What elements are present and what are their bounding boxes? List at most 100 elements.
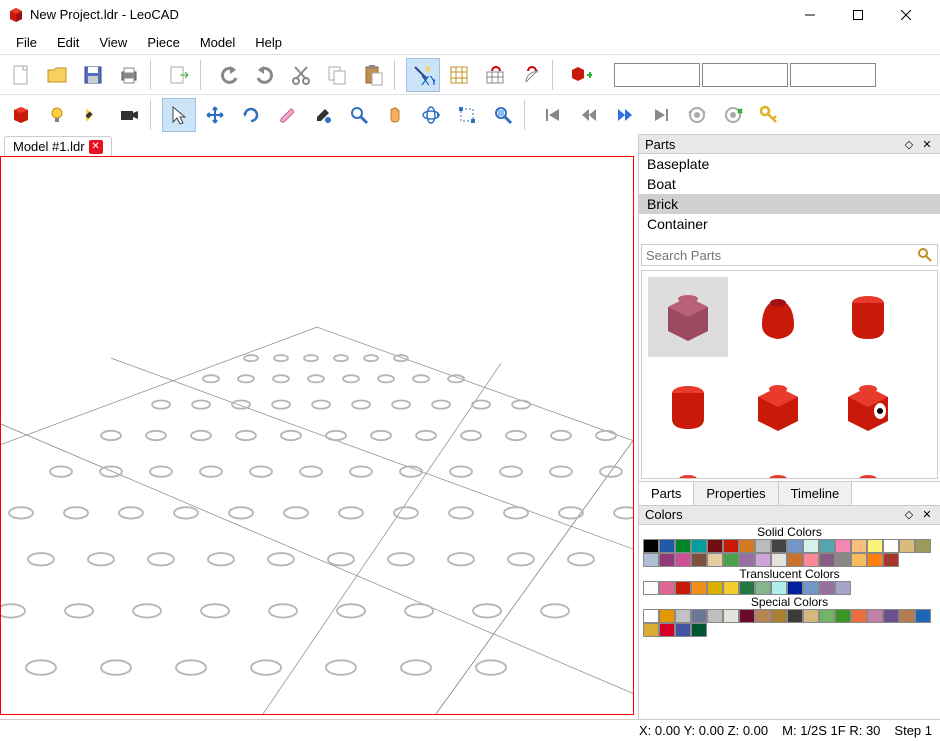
color-swatch[interactable] xyxy=(755,609,771,623)
part-thumbnail[interactable] xyxy=(738,367,818,447)
color-swatch[interactable] xyxy=(915,539,931,553)
color-swatch[interactable] xyxy=(755,553,771,567)
first-step-button[interactable] xyxy=(536,98,570,132)
snap-grid-button[interactable] xyxy=(478,58,512,92)
color-swatch[interactable] xyxy=(867,553,883,567)
combo-2[interactable] xyxy=(702,63,788,87)
color-swatch[interactable] xyxy=(883,553,899,567)
color-swatch[interactable] xyxy=(707,553,723,567)
save-button[interactable] xyxy=(76,58,110,92)
menu-file[interactable]: File xyxy=(8,33,45,52)
color-swatch[interactable] xyxy=(803,539,819,553)
color-swatch[interactable] xyxy=(819,609,835,623)
insert-step-button[interactable] xyxy=(680,98,714,132)
move-tool[interactable] xyxy=(198,98,232,132)
orbit-tool[interactable] xyxy=(414,98,448,132)
color-swatch[interactable] xyxy=(643,609,659,623)
delete-tool[interactable] xyxy=(270,98,304,132)
menu-model[interactable]: Model xyxy=(192,33,243,52)
color-swatch[interactable] xyxy=(771,609,787,623)
viewport-3d[interactable] xyxy=(0,156,634,715)
color-swatch[interactable] xyxy=(787,609,803,623)
color-swatch[interactable] xyxy=(739,581,755,595)
panel-close-icon[interactable]: ✕ xyxy=(920,137,934,151)
color-swatch[interactable] xyxy=(835,553,851,567)
color-swatch[interactable] xyxy=(691,553,707,567)
menu-edit[interactable]: Edit xyxy=(49,33,87,52)
color-swatch[interactable] xyxy=(643,581,659,595)
paint-tool[interactable] xyxy=(306,98,340,132)
color-swatch[interactable] xyxy=(675,539,691,553)
part-thumbnail[interactable] xyxy=(828,277,908,357)
color-swatch[interactable] xyxy=(755,581,771,595)
color-swatch[interactable] xyxy=(659,609,675,623)
color-swatch[interactable] xyxy=(691,623,707,637)
tab-parts[interactable]: Parts xyxy=(639,482,694,505)
combo-1[interactable] xyxy=(614,63,700,87)
color-swatch[interactable] xyxy=(675,553,691,567)
camera-button[interactable] xyxy=(112,98,146,132)
menu-piece[interactable]: Piece xyxy=(139,33,188,52)
color-swatch[interactable] xyxy=(899,609,915,623)
piece-tool-button[interactable] xyxy=(4,98,38,132)
part-thumbnail[interactable] xyxy=(828,457,908,479)
paste-button[interactable] xyxy=(356,58,390,92)
color-swatch[interactable] xyxy=(675,623,691,637)
part-thumbnail[interactable] xyxy=(648,277,728,357)
color-swatch[interactable] xyxy=(883,609,899,623)
color-swatch[interactable] xyxy=(787,581,803,595)
undo-button[interactable] xyxy=(212,58,246,92)
color-swatch[interactable] xyxy=(707,539,723,553)
category-item[interactable]: Brick xyxy=(639,194,940,214)
copy-button[interactable] xyxy=(320,58,354,92)
color-swatch[interactable] xyxy=(723,581,739,595)
color-swatch[interactable] xyxy=(659,581,675,595)
color-swatch[interactable] xyxy=(739,553,755,567)
search-input[interactable] xyxy=(646,248,917,263)
color-swatch[interactable] xyxy=(739,539,755,553)
color-swatch[interactable] xyxy=(819,553,835,567)
part-thumbnail[interactable] xyxy=(648,457,728,479)
next-step-button[interactable] xyxy=(608,98,642,132)
color-swatch[interactable] xyxy=(691,539,707,553)
color-swatch[interactable] xyxy=(659,623,675,637)
panel-float-icon[interactable]: ◇ xyxy=(902,137,916,151)
menu-help[interactable]: Help xyxy=(247,33,290,52)
cut-button[interactable] xyxy=(284,58,318,92)
panel-float-icon[interactable]: ◇ xyxy=(902,508,916,522)
search-icon[interactable] xyxy=(917,247,933,263)
color-swatch[interactable] xyxy=(643,539,659,553)
tab-close-icon[interactable]: ✕ xyxy=(89,140,103,154)
color-swatch[interactable] xyxy=(675,609,691,623)
color-swatch[interactable] xyxy=(803,609,819,623)
color-swatch[interactable] xyxy=(803,581,819,595)
color-swatch[interactable] xyxy=(755,539,771,553)
color-swatch[interactable] xyxy=(723,553,739,567)
color-swatch[interactable] xyxy=(883,539,899,553)
color-swatch[interactable] xyxy=(659,553,675,567)
remove-step-button[interactable] xyxy=(716,98,750,132)
piece-add-button[interactable] xyxy=(564,58,598,92)
light-button[interactable] xyxy=(40,98,74,132)
color-swatch[interactable] xyxy=(739,609,755,623)
category-item[interactable]: Boat xyxy=(639,174,940,194)
minimize-button[interactable] xyxy=(796,1,824,29)
color-swatch[interactable] xyxy=(643,553,659,567)
open-button[interactable] xyxy=(40,58,74,92)
color-swatch[interactable] xyxy=(787,539,803,553)
part-thumbnail[interactable] xyxy=(738,457,818,479)
color-swatch[interactable] xyxy=(659,539,675,553)
color-swatch[interactable] xyxy=(851,609,867,623)
color-swatch[interactable] xyxy=(851,553,867,567)
color-swatch[interactable] xyxy=(723,539,739,553)
color-swatch[interactable] xyxy=(707,609,723,623)
color-swatch[interactable] xyxy=(771,581,787,595)
transform-button[interactable]: XYZ xyxy=(406,58,440,92)
color-swatch[interactable] xyxy=(723,609,739,623)
color-swatch[interactable] xyxy=(867,539,883,553)
part-thumbnail[interactable] xyxy=(648,367,728,447)
spotlight-button[interactable] xyxy=(76,98,110,132)
close-button[interactable] xyxy=(892,1,920,29)
color-swatch[interactable] xyxy=(835,581,851,595)
color-swatch[interactable] xyxy=(899,539,915,553)
